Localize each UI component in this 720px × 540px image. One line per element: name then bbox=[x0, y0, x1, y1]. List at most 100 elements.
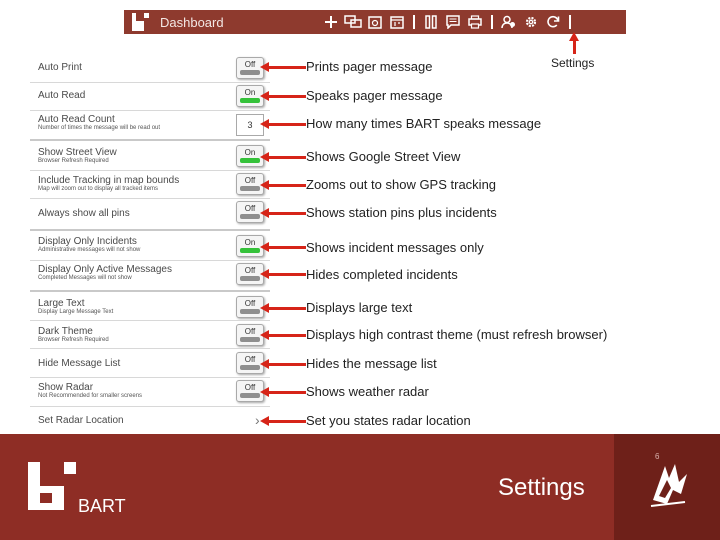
toggle-track bbox=[240, 186, 260, 191]
callout-arrow bbox=[260, 303, 306, 313]
toolbar-divider bbox=[413, 15, 415, 29]
fire-emblem-icon bbox=[650, 464, 687, 507]
setting-label: Hide Message List bbox=[38, 358, 121, 369]
toolbar-divider bbox=[491, 15, 493, 29]
setting-label: Dark Theme bbox=[38, 326, 93, 337]
setting-label: Auto Read bbox=[38, 90, 86, 101]
setting-sublabel: Not Recommended for smaller screens bbox=[38, 393, 143, 399]
divider bbox=[30, 406, 270, 407]
setting-description: Shows incident messages only bbox=[306, 240, 484, 255]
divider bbox=[30, 229, 270, 231]
setting-row-show-street-view: Show Street View Browser Refresh Require… bbox=[38, 147, 268, 165]
callout-arrow bbox=[260, 91, 306, 101]
divider bbox=[30, 290, 270, 292]
setting-row-set-radar-location[interactable]: Set Radar Location bbox=[38, 415, 268, 426]
setting-row-always-show-all-pins: Always show all pins bbox=[38, 208, 268, 219]
refresh-icon[interactable] bbox=[542, 10, 564, 34]
setting-sublabel: Completed Messages will not show bbox=[38, 275, 132, 281]
setting-description: Speaks pager message bbox=[306, 88, 443, 103]
divider bbox=[30, 198, 270, 199]
setting-description: Shows weather radar bbox=[306, 384, 429, 399]
callout-arrow bbox=[260, 62, 306, 72]
setting-description: Displays high contrast theme (must refre… bbox=[306, 327, 608, 342]
printer-icon[interactable] bbox=[464, 10, 486, 34]
setting-label: Auto Print bbox=[38, 62, 82, 73]
callout-arrow bbox=[260, 359, 306, 369]
toggle-track bbox=[240, 365, 260, 370]
slide-title: Settings bbox=[498, 474, 585, 501]
settings-callout-arrow bbox=[569, 32, 579, 54]
setting-description: Set you states radar location bbox=[306, 413, 471, 428]
toggle-track bbox=[240, 276, 260, 281]
brand-name: BART bbox=[78, 496, 126, 516]
divider bbox=[30, 320, 270, 321]
setting-label: Auto Read Count bbox=[38, 114, 115, 125]
setting-description: How many times BART speaks message bbox=[306, 116, 542, 131]
setting-row-auto-print: Auto Print bbox=[38, 62, 268, 76]
calendar-alert-icon[interactable] bbox=[364, 10, 386, 34]
setting-description: Shows station pins plus incidents bbox=[306, 205, 497, 220]
setting-description: Zooms out to show GPS tracking bbox=[306, 177, 497, 192]
callout-arrow bbox=[260, 387, 306, 397]
callout-arrow bbox=[260, 152, 306, 162]
setting-label: Set Radar Location bbox=[38, 415, 124, 426]
toggle-track bbox=[240, 98, 260, 103]
toggle-track bbox=[240, 248, 260, 253]
callout-arrow bbox=[260, 119, 306, 129]
pause-icon[interactable] bbox=[420, 10, 442, 34]
users-icon[interactable] bbox=[498, 10, 520, 34]
setting-label: Large Text bbox=[38, 298, 85, 309]
chevron-right-icon[interactable]: › bbox=[255, 412, 260, 428]
divider bbox=[30, 170, 270, 171]
slide-footer: BART Settings 6 bbox=[0, 434, 720, 540]
setting-row-display-only-incidents: Display Only Incidents Administrative me… bbox=[38, 236, 268, 254]
setting-description: Prints pager message bbox=[306, 59, 433, 74]
setting-description: Shows Google Street View bbox=[306, 149, 461, 164]
chat-icon[interactable] bbox=[342, 10, 364, 34]
settings-callout-label: Settings bbox=[551, 56, 595, 70]
callout-arrow bbox=[260, 416, 306, 426]
setting-label: Display Only Incidents bbox=[38, 236, 137, 247]
divider bbox=[30, 260, 270, 261]
setting-description: Hides the message list bbox=[306, 356, 437, 371]
divider bbox=[30, 82, 270, 83]
setting-description: Displays large text bbox=[306, 300, 413, 315]
plus-icon[interactable] bbox=[320, 10, 342, 34]
setting-row-show-radar: Show Radar Not Recommended for smaller s… bbox=[38, 382, 268, 400]
setting-description: Hides completed incidents bbox=[306, 267, 458, 282]
dashboard-title: Dashboard bbox=[160, 14, 224, 30]
callout-arrow bbox=[260, 269, 306, 279]
setting-sublabel: Browser Refresh Required bbox=[38, 158, 109, 164]
setting-label: Show Street View bbox=[38, 147, 117, 158]
gear-icon[interactable] bbox=[520, 10, 542, 34]
toggle-track bbox=[240, 309, 260, 314]
setting-sublabel: Administrative messages will not show bbox=[38, 247, 141, 253]
callout-arrow bbox=[260, 330, 306, 340]
setting-row-display-only-active-messages: Display Only Active Messages Completed M… bbox=[38, 264, 268, 282]
dashboard-toolbar: Dashboard bbox=[124, 10, 626, 34]
setting-label: Show Radar bbox=[38, 382, 94, 393]
toggle-track bbox=[240, 337, 260, 342]
bart-logo-icon bbox=[132, 13, 150, 31]
toggle-track bbox=[240, 70, 260, 75]
setting-row-include-tracking: Include Tracking in map bounds Map will … bbox=[38, 175, 268, 193]
setting-label: Always show all pins bbox=[38, 208, 130, 219]
callout-arrow bbox=[260, 208, 306, 218]
setting-label: Display Only Active Messages bbox=[38, 264, 172, 275]
calendar-icon[interactable] bbox=[386, 10, 408, 34]
setting-sublabel: Display Large Message Text bbox=[38, 309, 114, 315]
setting-sublabel: Map will zoom out to display all tracked… bbox=[38, 186, 159, 192]
toggle-track bbox=[240, 393, 260, 398]
setting-row-auto-read-count: Auto Read Count Number of times the mess… bbox=[38, 114, 268, 132]
divider bbox=[30, 377, 270, 378]
toolbar-divider bbox=[569, 15, 571, 29]
setting-sublabel: Number of times the message will be read… bbox=[38, 125, 161, 131]
callout-arrow bbox=[260, 242, 306, 252]
setting-row-auto-read: Auto Read bbox=[38, 90, 268, 101]
divider bbox=[30, 139, 270, 141]
setting-sublabel: Browser Refresh Required bbox=[38, 337, 109, 343]
setting-row-large-text: Large Text Display Large Message Text bbox=[38, 298, 268, 316]
setting-row-dark-theme: Dark Theme Browser Refresh Required bbox=[38, 326, 268, 344]
callout-arrow bbox=[260, 180, 306, 190]
message-icon[interactable] bbox=[442, 10, 464, 34]
